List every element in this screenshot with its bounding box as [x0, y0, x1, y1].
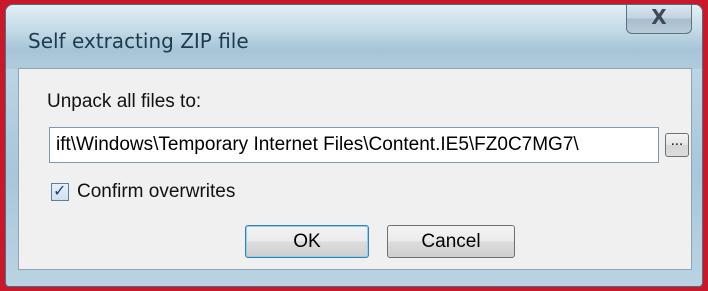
title-bar[interactable]: Self extracting ZIP file X — [6, 5, 702, 69]
window-title: Self extracting ZIP file — [28, 29, 249, 53]
dialog-window: Self extracting ZIP file X Unpack all fi… — [5, 4, 703, 287]
close-button[interactable]: X — [626, 5, 692, 34]
destination-path-input[interactable] — [49, 127, 659, 163]
screen-background: Self extracting ZIP file X Unpack all fi… — [0, 0, 708, 291]
unpack-label: Unpack all files to: — [47, 91, 202, 112]
close-icon: X — [651, 5, 667, 29]
cancel-button[interactable]: Cancel — [387, 225, 515, 258]
browse-button[interactable]: ... — [665, 133, 689, 157]
confirm-overwrites-label[interactable]: Confirm overwrites — [77, 181, 235, 203]
dialog-client-area: Unpack all files to: ... ✓ Confirm overw… — [18, 68, 692, 270]
checkmark-icon: ✓ — [53, 181, 67, 200]
confirm-overwrites-checkbox[interactable]: ✓ — [51, 181, 69, 201]
ok-button[interactable]: OK — [245, 225, 369, 258]
